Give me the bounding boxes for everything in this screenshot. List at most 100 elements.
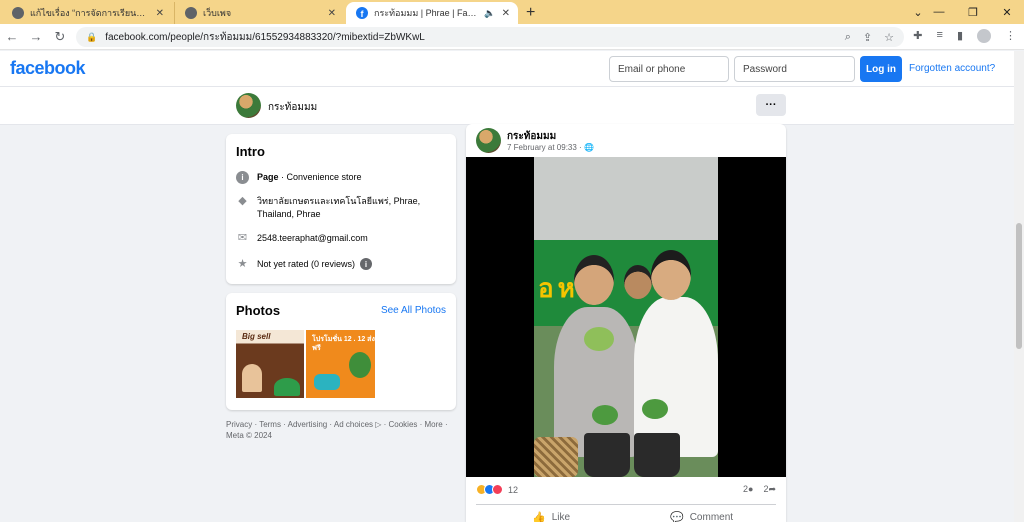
zoom-icon[interactable]: ⌕ [845, 31, 851, 44]
page-label: Page [257, 172, 279, 182]
browser-toolbar: ← → ↻ 🔒 facebook.com/people/กระท้อมมม/61… [0, 24, 1024, 50]
tab-title: เว็บเพจ [203, 8, 232, 18]
extensions-puzzle-icon[interactable]: ✚ [913, 29, 922, 43]
reactions-summary[interactable]: 12 [476, 484, 518, 495]
extension-area: ✚ ≡ ▮ ⋮ [913, 29, 1016, 43]
post-card: กระท้อมมม 7 February at 09:33 · 🌐 อหวั 1… [466, 124, 786, 522]
comment-bubble-icon: ● [748, 484, 754, 494]
avatar[interactable] [236, 93, 261, 118]
info-icon[interactable]: i [360, 258, 373, 270]
password-field[interactable]: Password [734, 56, 855, 82]
thumbnail-caption: Big sell [242, 332, 271, 341]
address-bar[interactable]: 🔒 facebook.com/people/กระท้อมมม/61552934… [76, 27, 904, 47]
facebook-favicon-icon: f [356, 7, 368, 19]
intro-email-row: ✉ 2548.teeraphat@gmail.com [236, 232, 368, 245]
login-button[interactable]: Log in [860, 56, 902, 82]
forgotten-account-link[interactable]: Forgotten account? [909, 63, 995, 74]
lock-icon[interactable]: 🔒 [86, 32, 97, 43]
basket-shape [534, 437, 578, 477]
divider [476, 504, 776, 505]
forward-icon[interactable]: → [24, 29, 48, 44]
video-frame: อหวั [534, 157, 718, 477]
love-reaction-icon [492, 484, 503, 495]
scooter-shape [314, 374, 340, 390]
pot-shape [634, 433, 680, 477]
person-head-shape [624, 265, 652, 299]
address-text: วิทยาลัยเกษตรและเทคโนโลยีแพร่, Phrae, Th… [257, 196, 421, 219]
tab-title: แก้ไขเรื่อง “การจัดการเรียนการสอน วิช [30, 8, 150, 18]
profile-sticky-bar: กระท้อมมม ··· [0, 87, 1014, 125]
browser-tab[interactable]: แก้ไขเรื่อง “การจัดการเรียนการสอน วิช ✕ [2, 2, 172, 24]
profile-name[interactable]: กระท้อมมม [268, 100, 317, 115]
person-head-shape [651, 250, 691, 300]
intro-address-row: ◆ วิทยาลัยเกษตรและเทคโนโลยีแพร่, Phrae, … [236, 195, 426, 221]
side-panel-icon[interactable]: ▮ [957, 29, 963, 43]
profile-avatar-icon[interactable] [977, 29, 991, 43]
photo-thumbnail[interactable]: โปรโมชั่น 12 . 12 ส่งฟรี [306, 330, 375, 398]
bookmark-star-icon[interactable]: ☆ [884, 31, 894, 44]
intro-title: Intro [236, 144, 265, 159]
photos-title: Photos [236, 303, 281, 318]
reaction-count: 12 [508, 484, 519, 495]
pot-shape [584, 433, 630, 477]
like-button[interactable]: 👍 Like [532, 511, 570, 522]
plant-pots-shape [534, 399, 718, 477]
browser-tab[interactable]: เว็บเพจ ✕ [174, 2, 344, 24]
leaf-shape [642, 399, 668, 419]
intro-card: Intro i Page · Convenience store ◆ วิทยา… [226, 134, 456, 284]
location-pin-icon: ◆ [238, 195, 247, 207]
avatar[interactable] [476, 128, 501, 153]
post-video[interactable]: อหวั [466, 157, 786, 477]
share-count[interactable]: 2➦ [763, 484, 776, 495]
leaf-shape [584, 327, 614, 351]
globe-icon [185, 7, 197, 19]
close-window-icon[interactable]: ✕ [990, 6, 1024, 19]
envelope-icon: ✉ [237, 232, 248, 244]
rating-text: Not yet rated (0 reviews) [257, 259, 356, 269]
url-text: facebook.com/people/กระท้อมมม/6155293488… [105, 31, 425, 43]
photo-thumbnail[interactable]: Big sell [236, 330, 304, 398]
reading-list-icon[interactable]: ≡ [937, 29, 943, 43]
browser-tab-active[interactable]: f กระท้อมมม | Phrae | Facebook 🔈 ✕ [346, 2, 518, 24]
close-tab-icon[interactable]: ✕ [328, 8, 336, 19]
facebook-logo[interactable]: facebook [10, 58, 86, 79]
reload-icon[interactable]: ↻ [48, 29, 72, 45]
leaf-shape [274, 378, 300, 396]
comment-label: Comment [689, 512, 734, 522]
post-stats: 2● 2➦ [743, 484, 776, 495]
speaker-icon[interactable]: 🔈 [484, 8, 495, 19]
facebook-header: facebook Email or phone Password Log in … [0, 51, 1014, 87]
menu-kebab-icon[interactable]: ⋮ [1005, 29, 1016, 43]
photos-card: Photos See All Photos Big sell โปรโมชั่น… [226, 293, 456, 410]
comment-count[interactable]: 2● [743, 484, 753, 495]
post-author[interactable]: กระท้อมมม [507, 129, 556, 144]
tab-search-chevron-icon[interactable]: ⌄ [908, 6, 928, 19]
more-options-button[interactable]: ··· [756, 94, 786, 116]
plant-shape [349, 352, 371, 378]
person-head-shape [574, 255, 614, 305]
new-tab-button[interactable]: + [526, 2, 535, 24]
email-text[interactable]: 2548.teeraphat@gmail.com [257, 232, 368, 245]
email-field[interactable]: Email or phone [609, 56, 729, 82]
share-icon[interactable]: ⇪ [863, 31, 872, 44]
footer-links[interactable]: Privacy · Terms · Advertising · Ad choic… [226, 419, 456, 441]
post-timestamp[interactable]: 7 February at 09:33 · 🌐 [507, 143, 594, 152]
see-all-photos-link[interactable]: See All Photos [381, 305, 446, 316]
tab-title: กระท้อมมม | Phrae | Facebook [374, 8, 480, 18]
ice-cream-shape [242, 364, 262, 392]
post-time-text: 7 February at 09:33 · [507, 143, 584, 152]
restore-icon[interactable]: ❐ [956, 6, 990, 19]
back-icon[interactable]: ← [0, 29, 24, 44]
thumbs-up-icon: 👍 [532, 512, 546, 522]
globe-icon [12, 7, 24, 19]
window-controls: ⌄ — ❐ ✕ [913, 0, 1024, 24]
intro-category-row: i Page · Convenience store [236, 171, 362, 184]
browser-tab-strip: แก้ไขเรื่อง “การจัดการเรียนการสอน วิช ✕ … [0, 0, 1024, 24]
comment-icon: 💬 [670, 512, 684, 522]
close-tab-icon[interactable]: ✕ [502, 8, 510, 19]
comment-button[interactable]: 💬 Comment [670, 511, 733, 522]
close-tab-icon[interactable]: ✕ [156, 8, 164, 19]
star-icon: ★ [237, 258, 248, 270]
scrollbar-thumb[interactable] [1016, 223, 1022, 349]
page-scrollbar[interactable] [1014, 51, 1024, 522]
